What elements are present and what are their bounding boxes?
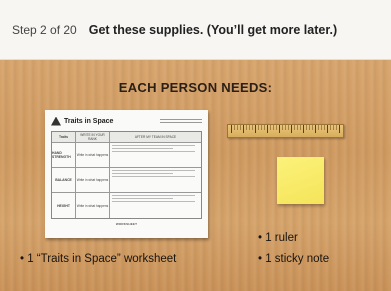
ruler-image (227, 124, 344, 138)
worksheet-row-label: HAND STRENGTH (52, 143, 76, 167)
worksheet-table-header: Traits WRITE IN YOUR RANK AFTER MY TEAM … (52, 132, 201, 143)
sticky-note-image (277, 157, 324, 204)
worksheet-col-traits: Traits (52, 132, 76, 142)
supplies-heading: EACH PERSON NEEDS: (118, 80, 273, 95)
worksheet-logo-icon (51, 116, 61, 126)
step-title: Get these supplies. (You’ll get more lat… (88, 22, 338, 37)
worksheet-footer: WORKSHEET (115, 222, 138, 226)
worksheet-name-fields (160, 119, 202, 123)
slide-board: EACH PERSON NEEDS: Traits in Space Trait… (0, 60, 391, 291)
worksheet-title: Traits in Space (64, 117, 114, 125)
worksheet-row: HAND STRENGTH Write in what happens (52, 143, 201, 168)
ruler-major-ticks (231, 125, 340, 133)
worksheet-table: Traits WRITE IN YOUR RANK AFTER MY TEAM … (51, 131, 202, 219)
step-header: Step 2 of 20 Get these supplies. (You’ll… (0, 0, 391, 60)
step-counter: Step 2 of 20 (12, 22, 77, 37)
worksheet-row-prompt: Write in what happens (76, 143, 110, 167)
worksheet-row-label: BALANCE (52, 168, 76, 192)
worksheet-header: Traits in Space (51, 115, 202, 127)
worksheet-row: HEIGHT Write in what happens (52, 193, 201, 218)
supply-item-ruler: • 1 ruler (258, 232, 298, 244)
worksheet-row-label: HEIGHT (52, 193, 76, 218)
supply-item-sticky-note: • 1 sticky note (258, 253, 330, 265)
worksheet-row: BALANCE Write in what happens (52, 168, 201, 193)
worksheet-col-rank: WRITE IN YOUR RANK (76, 132, 110, 142)
worksheet-row-prompt: Write in what happens (76, 193, 110, 218)
supply-item-worksheet: • 1 “Traits in Space” worksheet (20, 253, 177, 265)
worksheet-row-prompt: Write in what happens (76, 168, 110, 192)
worksheet-col-after: AFTER MY TEAM IN SPACE (134, 135, 177, 139)
worksheet-image: Traits in Space Traits WRITE IN YOUR RAN… (45, 110, 208, 238)
